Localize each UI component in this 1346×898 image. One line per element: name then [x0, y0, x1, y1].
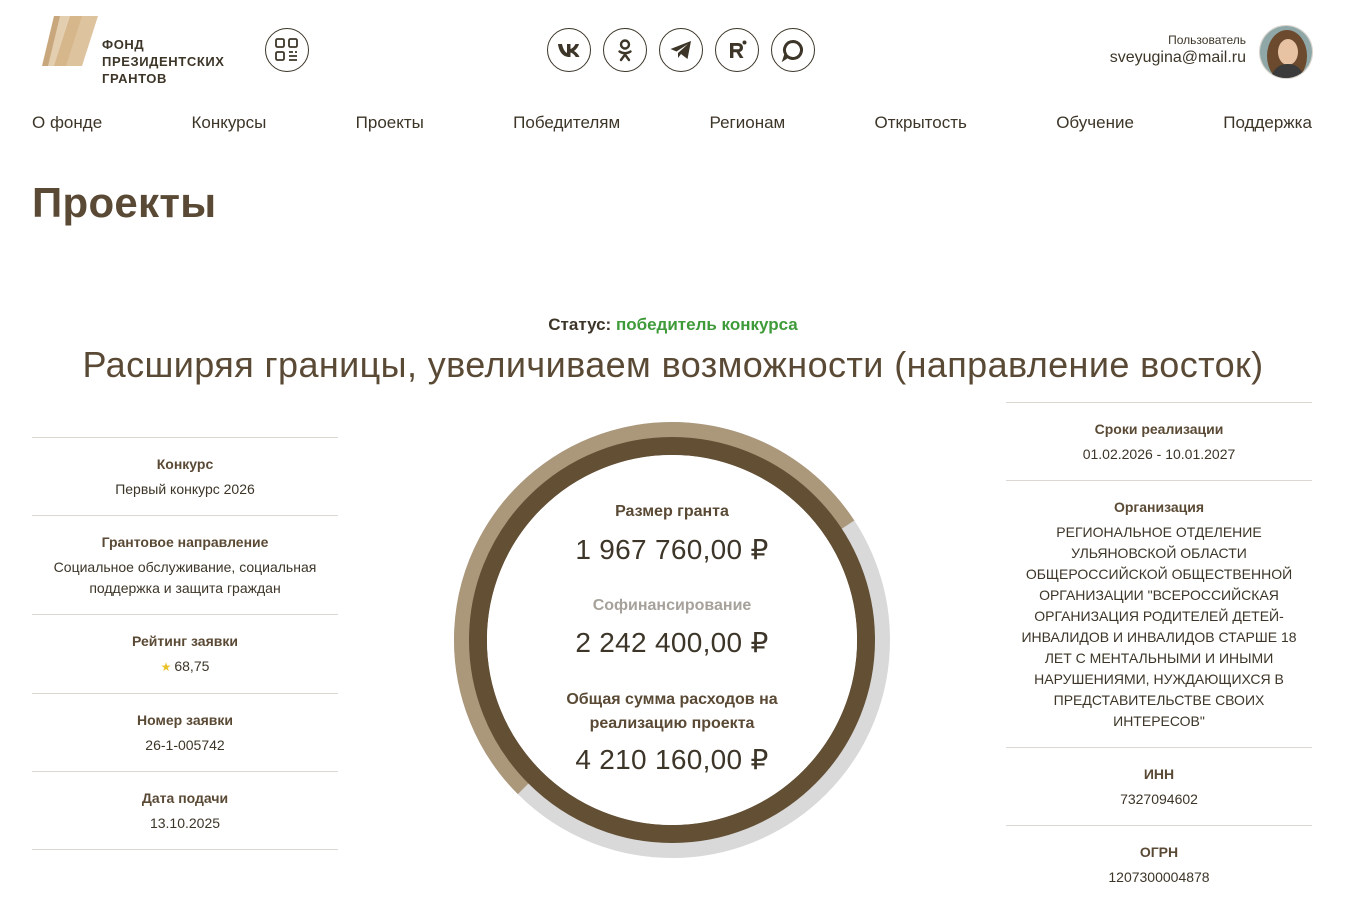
max-messenger-link[interactable] — [771, 28, 815, 72]
info-item-period: Сроки реализации 01.02.2026 - 10.01.2027 — [1006, 402, 1312, 480]
logo-text: ФОНД ПРЕЗИДЕНТСКИХ ГРАНТОВ — [102, 36, 225, 87]
funding-ring: Размер гранта 1 967 760,00 ₽ Софинансиро… — [452, 420, 892, 860]
rutube-icon — [730, 40, 747, 58]
info-item-inn: ИНН 7327094602 — [1006, 747, 1312, 825]
total-label: Общая сумма расходов на реализацию проек… — [566, 691, 778, 732]
nav-item-regions[interactable]: Регионам — [710, 112, 786, 134]
info-value-rating: ★ 68,75 — [38, 656, 332, 678]
info-item-direction: Грантовое направление Социальное обслужи… — [32, 515, 338, 614]
info-value: Социальное обслуживание, социальная подд… — [53, 559, 317, 596]
funding-summary: Размер гранта 1 967 760,00 ₽ Софинансиро… — [452, 420, 892, 860]
info-label: Сроки реализации — [1094, 421, 1224, 437]
logo-line: ГРАНТОВ — [102, 71, 167, 86]
info-value: 7327094602 — [1120, 791, 1198, 807]
info-label: Номер заявки — [136, 712, 233, 728]
nav-item-openness[interactable]: Открытость — [875, 112, 967, 134]
rating-value: 68,75 — [174, 658, 210, 674]
qr-code-icon — [275, 38, 298, 61]
info-label: Рейтинг заявки — [132, 633, 238, 649]
info-item-application-number: Номер заявки 26-1-005742 — [32, 693, 338, 771]
vk-link[interactable] — [547, 28, 591, 72]
odnoklassniki-icon — [618, 39, 632, 62]
avatar[interactable] — [1259, 25, 1313, 79]
info-label: Конкурс — [156, 456, 214, 472]
info-value: 26-1-005742 — [145, 737, 225, 753]
info-value: 13.10.2025 — [149, 815, 221, 831]
project-info-right: Сроки реализации 01.02.2026 - 10.01.2027… — [1006, 402, 1312, 898]
telegram-link[interactable] — [659, 28, 703, 72]
grant-value: 1 967 760,00 ₽ — [575, 534, 769, 565]
telegram-icon — [670, 41, 691, 59]
cofinancing-value: 2 242 400,00 ₽ — [575, 627, 769, 658]
page-title: Проекты — [32, 179, 217, 226]
info-value: 01.02.2026 - 10.01.2027 — [1082, 446, 1236, 462]
info-label: ИНН — [1143, 766, 1175, 782]
status-badge: победитель конкурса — [615, 315, 798, 334]
info-item-submission-date: Дата подачи 13.10.2025 — [32, 771, 338, 850]
total-value: 4 210 160,00 ₽ — [575, 744, 769, 775]
max-messenger-icon — [781, 39, 803, 62]
info-value[interactable]: РЕГИОНАЛЬНОЕ ОТДЕЛЕНИЕ УЛЬЯНОВСКОЙ ОБЛАС… — [1012, 522, 1306, 732]
info-value: Первый конкурс 2026 — [115, 481, 255, 497]
cofinancing-label: Софинансирование — [592, 597, 752, 614]
user-email[interactable]: sveyugina@mail.ru — [1110, 48, 1246, 68]
info-item-ogrn: ОГРН 1207300004878 — [1006, 825, 1312, 898]
odnoklassniki-link[interactable] — [603, 28, 647, 72]
nav-item-winners[interactable]: Победителям — [513, 112, 620, 134]
project-title: Расширяя границы, увеличиваем возможност… — [82, 344, 1264, 385]
info-label: ОГРН — [1139, 844, 1179, 860]
logo-mark-icon — [40, 14, 100, 70]
user-info[interactable]: Пользователь sveyugina@mail.ru — [1110, 33, 1246, 68]
info-label: Грантовое направление — [101, 534, 269, 550]
nav-item-about[interactable]: О фонде — [32, 112, 102, 134]
project-status: Статус: победитель конкурса — [0, 315, 1346, 335]
nav-item-contests[interactable]: Конкурсы — [191, 112, 266, 134]
main-nav: О фонде Конкурсы Проекты Победителям Рег… — [32, 112, 1312, 134]
logo-line: ФОНД — [102, 37, 145, 52]
nav-item-support[interactable]: Поддержка — [1223, 112, 1312, 134]
info-label: Дата подачи — [141, 790, 229, 806]
nav-item-projects[interactable]: Проекты — [356, 112, 424, 134]
nav-item-education[interactable]: Обучение — [1056, 112, 1134, 134]
logo-line: ПРЕЗИДЕНТСКИХ — [102, 54, 225, 69]
status-label: Статус: — [548, 315, 612, 334]
info-item-organization: Организация РЕГИОНАЛЬНОЕ ОТДЕЛЕНИЕ УЛЬЯН… — [1006, 480, 1312, 747]
qr-code-button[interactable] — [265, 28, 309, 72]
info-item-rating: Рейтинг заявки ★ 68,75 — [32, 614, 338, 693]
info-label: Организация — [1113, 499, 1205, 515]
social-links — [547, 28, 815, 72]
grant-label: Размер гранта — [615, 503, 729, 520]
info-item-contest: Конкурс Первый конкурс 2026 — [32, 437, 338, 515]
vk-icon — [558, 44, 580, 57]
star-icon: ★ — [160, 660, 172, 674]
project-info-left: Конкурс Первый конкурс 2026 Грантовое на… — [32, 437, 338, 850]
rutube-link[interactable] — [715, 28, 759, 72]
user-avatar-icon — [1260, 26, 1312, 78]
user-label: Пользователь — [1168, 33, 1246, 47]
info-value: 1207300004878 — [1108, 869, 1210, 885]
foundation-logo[interactable]: ФОНД ПРЕЗИДЕНТСКИХ ГРАНТОВ — [40, 14, 225, 87]
